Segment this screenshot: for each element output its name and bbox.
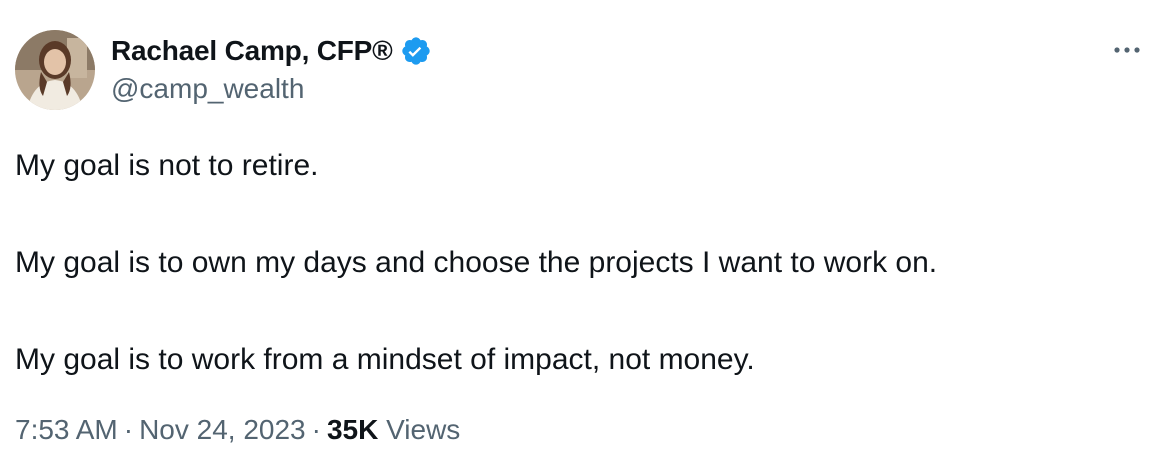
name-row: Rachael Camp, CFP® bbox=[111, 32, 432, 70]
separator-dot: · bbox=[311, 414, 321, 445]
verified-badge-icon[interactable] bbox=[400, 35, 432, 67]
more-options-icon[interactable] bbox=[1112, 38, 1142, 62]
views-label: Views bbox=[386, 414, 461, 445]
views-count: 35K bbox=[326, 414, 379, 445]
tweet-paragraph: My goal is not to retire. bbox=[15, 149, 319, 182]
tweet-time[interactable]: 7:53 AM bbox=[15, 414, 118, 445]
tweet-date[interactable]: Nov 24, 2023 bbox=[139, 414, 306, 445]
tweet-meta: 7:53 AM · Nov 24, 2023 · 35K Views bbox=[15, 414, 460, 446]
author-display-name[interactable]: Rachael Camp, CFP® bbox=[111, 35, 393, 67]
author-handle[interactable]: @camp_wealth bbox=[111, 73, 432, 105]
author-header: Rachael Camp, CFP® @camp_wealth bbox=[111, 32, 432, 105]
author-avatar[interactable] bbox=[15, 30, 95, 110]
tweet-text: My goal is not to retire. My goal is to … bbox=[15, 144, 937, 391]
separator-dot: · bbox=[123, 414, 134, 445]
tweet-card: Rachael Camp, CFP® @camp_wealth My goal … bbox=[0, 0, 1168, 470]
profile-photo-icon bbox=[15, 30, 95, 110]
tweet-paragraph: My goal is to work from a mindset of imp… bbox=[15, 343, 755, 376]
tweet-paragraph: My goal is to own my days and choose the… bbox=[15, 246, 938, 279]
